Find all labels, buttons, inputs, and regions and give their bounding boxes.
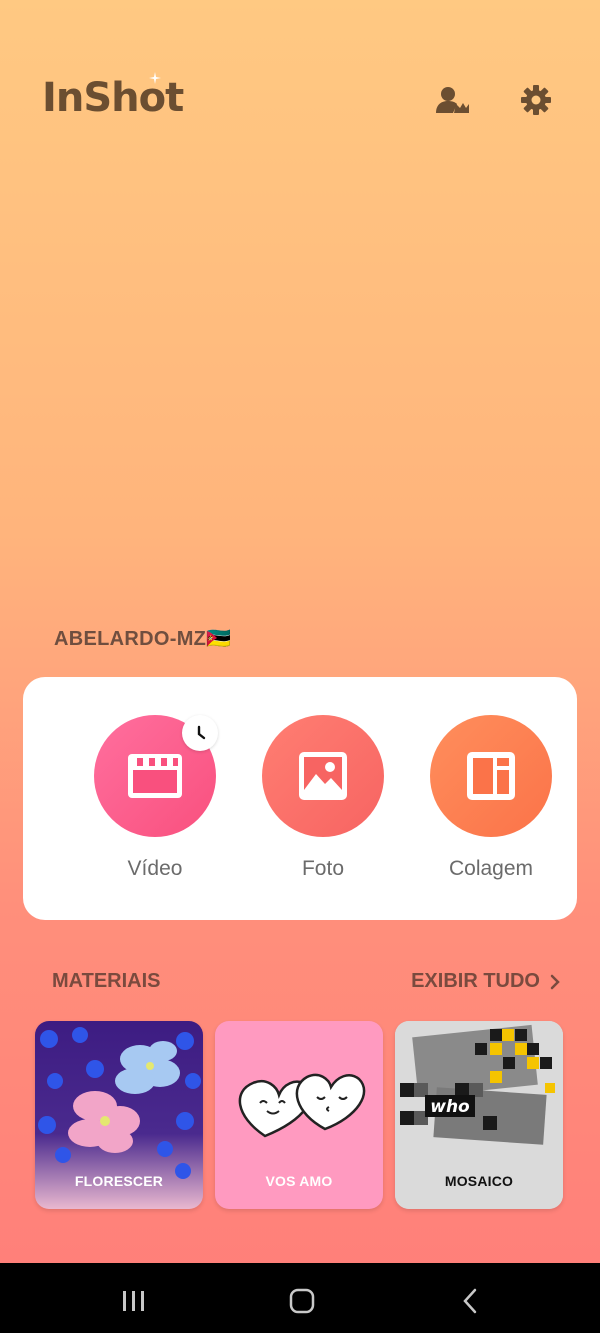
sparkle-icon bbox=[149, 72, 162, 84]
account-crown-icon bbox=[436, 87, 469, 113]
logo-text: InShot bbox=[42, 75, 184, 121]
video-tool-circle bbox=[94, 715, 218, 837]
recents-button[interactable] bbox=[114, 1281, 154, 1321]
system-navigation-bar bbox=[0, 1263, 600, 1333]
home-button[interactable] bbox=[282, 1281, 322, 1321]
material-vos-amo[interactable]: VOS AMO bbox=[215, 1021, 383, 1209]
materials-title: MATERIAIS bbox=[52, 970, 161, 992]
tools-card: Vídeo Foto Colagem bbox=[23, 677, 577, 920]
recents-icon bbox=[123, 1291, 144, 1311]
clock-icon bbox=[197, 725, 206, 740]
photo-tool[interactable]: Foto bbox=[253, 715, 393, 881]
image-icon bbox=[299, 752, 347, 800]
photo-tool-circle bbox=[262, 715, 384, 837]
material-label: MOSAICO bbox=[444, 1173, 514, 1189]
photo-label: Foto bbox=[301, 857, 345, 880]
view-all-label: EXIBIR TUDO bbox=[411, 970, 540, 992]
home-icon bbox=[289, 1288, 315, 1314]
collage-tool-circle bbox=[430, 715, 552, 837]
view-all-button[interactable]: EXIBIR TUDO bbox=[411, 970, 560, 993]
mosaic-sticker-text: who bbox=[430, 1097, 470, 1117]
top-bar: InShot bbox=[0, 0, 600, 200]
back-button[interactable] bbox=[450, 1281, 490, 1321]
user-name: ABELARDO-MZ🇲🇿 bbox=[54, 628, 232, 650]
video-label: Vídeo bbox=[127, 857, 183, 880]
settings-button[interactable] bbox=[518, 82, 554, 118]
material-florescer[interactable]: FLORESCER bbox=[35, 1021, 203, 1209]
clapperboard-icon bbox=[128, 754, 182, 798]
gear-icon bbox=[521, 85, 551, 115]
chevron-right-icon bbox=[550, 974, 560, 989]
video-tool[interactable]: Vídeo bbox=[85, 715, 225, 881]
collage-tool[interactable]: Colagem bbox=[421, 715, 561, 881]
material-label: FLORESCER bbox=[74, 1173, 164, 1189]
account-button[interactable] bbox=[435, 82, 471, 118]
recent-drafts-badge[interactable] bbox=[182, 715, 218, 751]
material-mosaico[interactable]: who MOSAICO bbox=[395, 1021, 563, 1209]
material-label: VOS AMO bbox=[265, 1173, 333, 1189]
collage-label: Colagem bbox=[448, 857, 534, 880]
app-logo: InShot bbox=[42, 72, 184, 121]
back-icon bbox=[463, 1288, 477, 1314]
collage-layout-icon bbox=[467, 752, 515, 800]
